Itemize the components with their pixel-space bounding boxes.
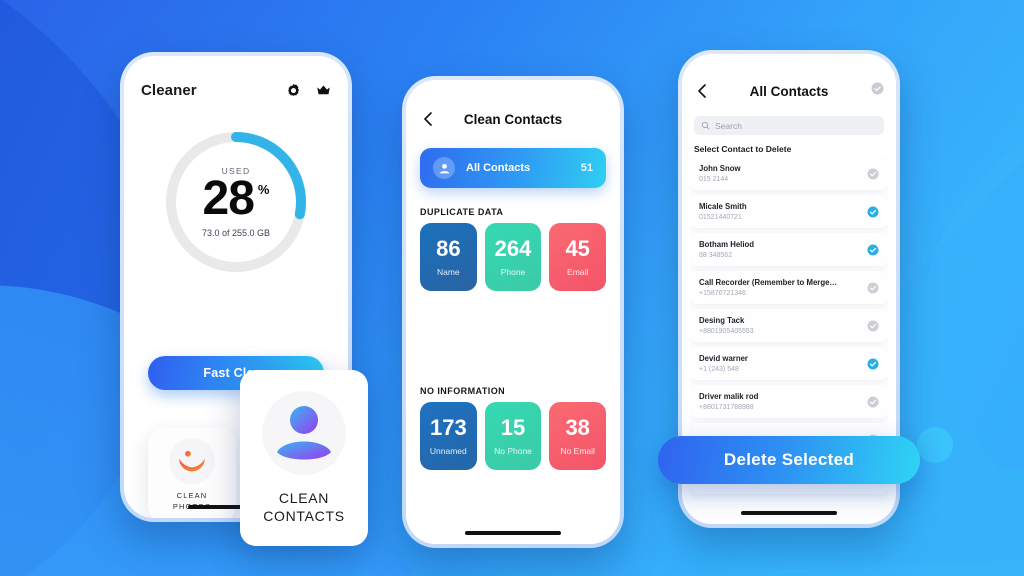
contact-list-item[interactable]: Devid warner +1 (243) 548 — [690, 347, 888, 380]
gear-icon[interactable] — [286, 83, 301, 98]
stat-value: 173 — [429, 414, 467, 440]
person-avatar-icon — [433, 157, 455, 179]
contact-phone: 015 2144 — [699, 175, 729, 183]
check-circle-icon[interactable] — [867, 320, 879, 332]
contact-name: Desing Tack — [699, 316, 745, 326]
card-clean-contacts-label: CLEAN CONTACTS — [263, 489, 345, 524]
contact-phone: 01521440721 — [699, 213, 742, 221]
stat-value: 38 — [565, 414, 590, 440]
contact-list-item[interactable]: Driver malik rod +8801731788988 — [690, 385, 888, 418]
contact-list-item[interactable]: Call Recorder (Remember to Merge… +158767… — [690, 271, 888, 304]
gauge-percent-symbol: % — [257, 182, 270, 198]
contact-phone: +15876721346 — [699, 289, 746, 297]
contact-name: Driver malik rod — [699, 392, 759, 402]
contact-list-item[interactable]: Desing Tack +8801905405553 — [690, 309, 888, 342]
stat-card-duplicate-phone[interactable]: 264 Phone — [484, 223, 542, 291]
check-circle-icon[interactable] — [867, 396, 879, 408]
phone3-header: All Contacts — [694, 80, 884, 102]
section-title-duplicate-data: DUPLICATE DATA — [420, 207, 504, 217]
search-input[interactable]: Search — [694, 116, 884, 135]
page-title: All Contacts — [749, 83, 829, 99]
phone1-header: Cleaner — [141, 82, 331, 99]
stat-card-no-email[interactable]: 38 No Email — [549, 402, 607, 470]
stat-card-no-phone[interactable]: 15 No Phone — [484, 402, 542, 470]
check-circle-selected-icon[interactable] — [867, 244, 879, 256]
contact-phone: +8801731788988 — [699, 403, 754, 411]
phone2-clean-contacts: Clean Contacts All Contacts 51 DUPLICATE… — [406, 80, 620, 544]
delete-selected-button[interactable]: Delete Selected — [658, 436, 920, 484]
contact-name: John Snow — [699, 164, 741, 174]
phone1-header-icons — [286, 83, 331, 98]
contact-texts: Call Recorder (Remember to Merge… +158767… — [699, 278, 867, 297]
stat-value: 86 — [436, 235, 461, 261]
phone2-header: Clean Contacts — [420, 108, 606, 130]
delete-selected-label: Delete Selected — [723, 450, 855, 469]
stat-label: Name — [436, 266, 460, 277]
search-placeholder: Search — [715, 120, 742, 131]
search-icon — [701, 121, 710, 130]
contact-phone: +8801905405553 — [699, 327, 754, 335]
all-contacts-label: All Contacts — [466, 162, 531, 174]
contact-list-item[interactable]: Botham Heliod 88 348562 — [690, 233, 888, 266]
check-circle-icon[interactable] — [867, 282, 879, 294]
check-circle-selected-icon[interactable] — [867, 206, 879, 218]
contact-list-item[interactable]: John Snow 015 2144 — [690, 157, 888, 190]
page-title: Clean Contacts — [463, 111, 563, 127]
no-information-cards: 173 Unnamed 15 No Phone 38 No Email — [420, 402, 607, 470]
gauge-text-group: USED 28 % 73.0 of 255.0 GB — [156, 122, 316, 282]
check-circle-icon[interactable] — [867, 168, 879, 180]
contact-name: Micale Smith — [699, 202, 747, 212]
contact-texts: John Snow 015 2144 — [699, 164, 867, 183]
contact-texts: Driver malik rod +8801731788988 — [699, 392, 867, 411]
stat-label: Phone — [500, 266, 526, 277]
phone2-screen: Clean Contacts All Contacts 51 DUPLICATE… — [406, 80, 620, 544]
all-contacts-count: 51 — [580, 162, 593, 174]
section-title-no-information: NO INFORMATION — [420, 386, 506, 396]
page-title: Cleaner — [141, 82, 197, 99]
contact-name: Botham Heliod — [699, 240, 755, 250]
stat-label: Unnamed — [429, 445, 467, 456]
select-contact-label: Select Contact to Delete — [694, 144, 792, 154]
stat-card-duplicate-email[interactable]: 45 Email — [549, 223, 607, 291]
contact-list-item[interactable]: Micale Smith 01521440721 — [690, 195, 888, 228]
contact-texts: Botham Heliod 88 348562 — [699, 240, 867, 259]
photo-sunset-icon — [169, 438, 215, 485]
contact-phone: 88 348562 — [699, 251, 733, 259]
person-avatar-icon — [262, 390, 346, 475]
contact-texts: Desing Tack +8801905405553 — [699, 316, 867, 335]
check-circle-selected-icon[interactable] — [867, 358, 879, 370]
contact-name: Call Recorder (Remember to Merge… — [699, 278, 838, 288]
storage-gauge: USED 28 % 73.0 of 255.0 GB — [156, 122, 316, 282]
crown-icon[interactable] — [316, 83, 331, 98]
card-clean-contacts[interactable]: CLEAN CONTACTS — [240, 370, 368, 546]
contact-name: Devid warner — [699, 354, 748, 364]
select-all-check-icon[interactable] — [871, 82, 884, 100]
home-indicator — [465, 531, 561, 535]
stat-label: No Email — [560, 445, 595, 456]
contact-phone: +1 (243) 548 — [699, 365, 739, 373]
contact-texts: Devid warner +1 (243) 548 — [699, 354, 867, 373]
contact-texts: Micale Smith 01521440721 — [699, 202, 867, 221]
stat-card-unnamed[interactable]: 173 Unnamed — [420, 402, 477, 470]
stat-value: 15 — [500, 414, 526, 440]
stat-value: 264 — [494, 235, 532, 261]
stat-value: 45 — [565, 235, 590, 261]
gauge-percent-value: 28 — [202, 172, 255, 226]
stat-label: No Phone — [494, 445, 532, 456]
duplicate-data-cards: 86 Name 264 Phone 45 Email — [420, 223, 607, 291]
home-indicator — [741, 511, 837, 515]
gauge-detail: 73.0 of 255.0 GB — [201, 227, 271, 238]
all-contacts-row[interactable]: All Contacts 51 — [420, 148, 606, 188]
stat-card-duplicate-name[interactable]: 86 Name — [420, 223, 477, 291]
stat-label: Email — [567, 266, 589, 277]
